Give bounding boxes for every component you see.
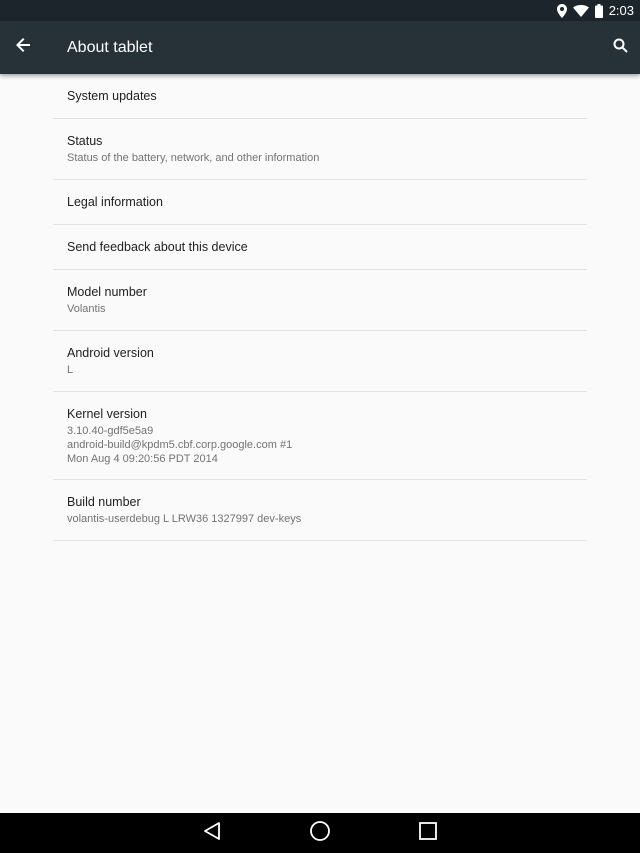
nav-home-button[interactable]: [305, 818, 335, 848]
item-summary: 3.10.40-gdf5e5a9 android-build@kpdm5.cbf…: [67, 424, 293, 465]
android-version-item[interactable]: Android version L: [53, 331, 587, 392]
home-circle-icon: [309, 820, 331, 847]
send-feedback-item[interactable]: Send feedback about this device: [53, 225, 587, 270]
navigation-bar: [0, 813, 640, 853]
item-title: Build number: [67, 495, 141, 509]
page-title: About tablet: [67, 38, 153, 56]
location-icon: [556, 3, 567, 18]
nav-back-button[interactable]: [197, 818, 227, 848]
search-icon: [613, 38, 628, 58]
kernel-version-item: Kernel version 3.10.40-gdf5e5a9 android-…: [53, 392, 587, 480]
wifi-icon: [572, 4, 589, 17]
item-title: Status: [67, 134, 103, 148]
app-bar: About tablet: [0, 21, 640, 74]
arrow-back-icon: [16, 38, 30, 57]
item-summary: Status of the battery, network, and othe…: [67, 152, 320, 164]
item-summary: volantis-userdebug L LRW36 1327997 dev-k…: [67, 513, 302, 525]
item-summary: L: [67, 364, 74, 376]
build-number-item[interactable]: Build number volantis-userdebug L LRW36 …: [53, 480, 587, 541]
system-updates-item[interactable]: System updates: [53, 74, 587, 119]
item-summary: Volantis: [67, 303, 106, 315]
item-title: Send feedback about this device: [67, 240, 248, 254]
nav-recents-button[interactable]: [413, 818, 443, 848]
clock: 2:03: [608, 3, 634, 18]
legal-information-item[interactable]: Legal information: [53, 180, 587, 225]
back-triangle-icon: [202, 821, 222, 846]
item-title: Legal information: [67, 195, 163, 209]
item-title: Kernel version: [67, 406, 147, 421]
back-button[interactable]: [0, 21, 46, 74]
search-button[interactable]: [600, 21, 640, 74]
recents-square-icon: [418, 821, 438, 846]
status-item[interactable]: Status Status of the battery, network, a…: [53, 119, 587, 180]
settings-list: System updates Status Status of the batt…: [53, 74, 587, 541]
model-number-item: Model number Volantis: [53, 270, 587, 331]
item-title: System updates: [67, 89, 157, 103]
battery-icon: [594, 3, 603, 18]
item-title: Model number: [67, 285, 147, 299]
status-bar: 2:03: [0, 0, 640, 21]
item-title: Android version: [67, 346, 154, 360]
